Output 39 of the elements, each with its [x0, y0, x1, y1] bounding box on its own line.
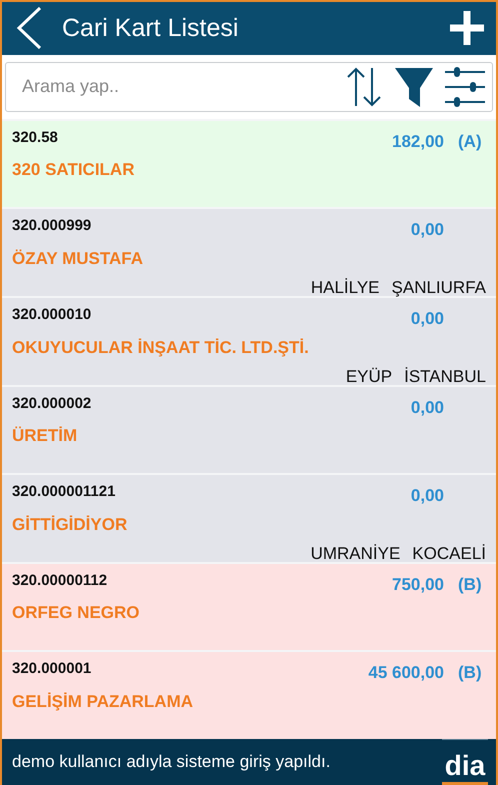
- balance-amount: 0,00: [410, 396, 444, 419]
- account-name: OKUYUCULAR İNŞAAT TİC. LTD.ŞTİ.: [12, 336, 310, 359]
- account-name: ÜRETİM: [12, 425, 78, 448]
- back-icon[interactable]: [16, 6, 42, 50]
- account-code: 320.000001121: [12, 482, 116, 502]
- account-row[interactable]: 320.000010 0,00 OKUYUCULAR İNŞAAT TİC. LTD.ŞTİ. EYÜP İSTANBUL: [2, 296, 496, 385]
- account-name: 320 SATICILAR: [12, 159, 136, 182]
- account-code: 320.000999: [12, 216, 92, 236]
- account-code: 320.000001: [12, 659, 92, 680]
- search-bar[interactable]: Arama yap..: [5, 62, 493, 112]
- balance-amount: 750,00: [392, 574, 444, 596]
- account-code: 320.000010: [12, 305, 92, 326]
- status-message: demo kullanıcı adıyla sisteme giriş yapıldı.: [12, 751, 330, 774]
- account-name: ORFEG NEGRO: [12, 602, 141, 624]
- account-code: 320.00000112: [12, 570, 108, 591]
- sliders-icon[interactable]: [444, 66, 486, 108]
- account-name: ÖZAY MUSTAFA: [12, 248, 144, 270]
- account-row[interactable]: 320.000999 0,00 ÖZAY MUSTAFA HALİLYE ŞANLIURFA: [2, 207, 496, 296]
- account-row[interactable]: 320.000002 0,00 ÜRETİM: [2, 384, 496, 474]
- account-code: 320.000002: [12, 394, 92, 414]
- account-row[interactable]: 320.58 182,00 (A) 320 SATICILAR: [2, 118, 496, 208]
- balance-side: (B): [458, 662, 483, 684]
- account-row[interactable]: 320.00000112 750,00 (B) ORFEG NEGRO: [2, 562, 496, 650]
- balance-amount: 0,00: [410, 219, 444, 242]
- balance-side: (B): [458, 574, 483, 596]
- balance-amount: 182,00: [392, 130, 444, 153]
- account-row[interactable]: 320.000001 45 600,00 (B) GELİŞİM PAZARLAMA: [2, 650, 496, 739]
- account-name: GİTTİGİDİYOR: [12, 514, 128, 536]
- account-name: GELİŞİM PAZARLAMA: [12, 690, 194, 713]
- balance-side: (A): [458, 130, 483, 153]
- add-icon[interactable]: [448, 9, 486, 48]
- filter-icon[interactable]: [394, 66, 434, 108]
- balance-amount: 0,00: [410, 308, 444, 330]
- account-code: 320.58: [12, 128, 58, 148]
- logo: dia: [442, 739, 488, 785]
- account-row[interactable]: 320.000001121 0,00 GİTTİGİDİYOR UMRANİYE KOCAELİ: [2, 473, 496, 562]
- balance-amount: 45 600,00: [368, 662, 444, 684]
- screen-title: Cari Kart Listesi: [62, 12, 240, 44]
- balance-amount: 0,00: [410, 485, 444, 508]
